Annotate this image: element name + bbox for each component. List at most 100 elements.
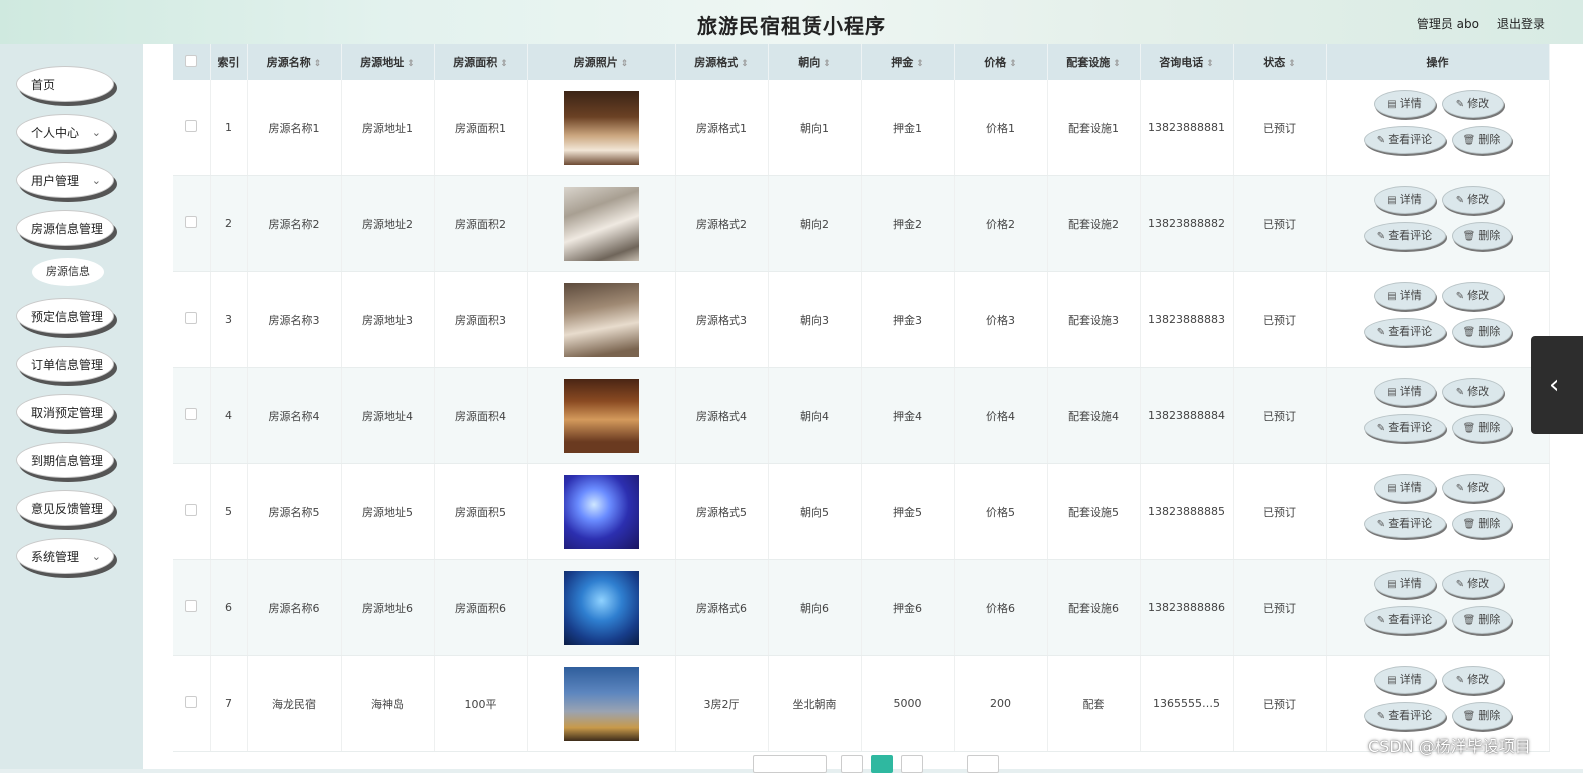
sidebar-item-profile[interactable]: 个人中心 ⌄	[16, 114, 114, 150]
detail-button[interactable]: ▤ 详情	[1373, 569, 1436, 598]
logout-link[interactable]: 退出登录	[1497, 15, 1545, 32]
col-header-orientation[interactable]: 朝向 ⇕	[768, 44, 862, 80]
view-reviews-button[interactable]: ✎ 查看评论	[1363, 317, 1446, 346]
col-header-format[interactable]: 房源格式 ⇕	[675, 44, 769, 80]
sort-icon[interactable]: ⇕	[823, 59, 831, 69]
edit-button[interactable]: ✎ 修改	[1441, 281, 1504, 310]
sort-icon[interactable]: ⇕	[1009, 59, 1017, 69]
delete-button[interactable]: 🗑 删除	[1451, 413, 1512, 442]
delete-button[interactable]: 🗑 删除	[1451, 701, 1512, 730]
listing-photo[interactable]	[563, 282, 639, 357]
row-checkbox-cell[interactable]	[173, 175, 211, 272]
sidebar-item-orders[interactable]: 订单信息管理	[16, 346, 114, 382]
sort-icon[interactable]: ⇕	[916, 59, 924, 69]
row-actions: ▤ 详情 ✎ 修改 ✎ 查看评论 🗑 删除	[1327, 376, 1549, 456]
row-checkbox-cell[interactable]	[173, 271, 211, 368]
listing-photo[interactable]	[563, 378, 639, 453]
sidebar-item-reservations[interactable]: 预定信息管理	[16, 298, 114, 334]
view-reviews-button[interactable]: ✎ 查看评论	[1363, 509, 1446, 538]
sort-icon[interactable]: ⇕	[621, 59, 629, 69]
delete-button[interactable]: 🗑 删除	[1451, 125, 1512, 154]
detail-button[interactable]: ▤ 详情	[1373, 473, 1436, 502]
detail-button[interactable]: ▤ 详情	[1373, 185, 1436, 214]
sort-icon[interactable]: ⇕	[1206, 59, 1214, 69]
row-checkbox[interactable]	[185, 408, 198, 420]
row-actions: ▤ 详情 ✎ 修改 ✎ 查看评论 🗑 删除	[1327, 184, 1549, 264]
sort-icon[interactable]: ⇕	[741, 59, 749, 69]
row-checkbox[interactable]	[185, 504, 198, 516]
sort-icon[interactable]: ⇕	[314, 59, 322, 69]
sidebar-item-home[interactable]: 首页	[16, 66, 114, 102]
edit-button[interactable]: ✎ 修改	[1441, 665, 1504, 694]
col-header-phone[interactable]: 咨询电话 ⇕	[1140, 44, 1234, 80]
row-checkbox-cell[interactable]	[173, 463, 211, 560]
sort-icon[interactable]: ⇕	[1288, 59, 1296, 69]
row-checkbox-cell[interactable]	[173, 655, 211, 752]
col-header-address[interactable]: 房源地址 ⇕	[341, 44, 435, 80]
listing-photo[interactable]	[563, 474, 639, 549]
sidebar-item-cancellations[interactable]: 取消预定管理	[16, 394, 114, 430]
listing-photo[interactable]	[563, 186, 639, 261]
sidebar-item-users[interactable]: 用户管理 ⌄	[16, 162, 114, 198]
select-all-checkbox[interactable]	[185, 54, 198, 67]
cell-orientation: 坐北朝南	[768, 655, 862, 752]
detail-button[interactable]: ▤ 详情	[1373, 281, 1436, 310]
cell-status: 已预订	[1233, 463, 1327, 560]
row-checkbox[interactable]	[185, 216, 198, 228]
listing-photo[interactable]	[563, 666, 639, 741]
detail-button[interactable]: ▤ 详情	[1373, 89, 1436, 118]
col-header-index: 索引	[210, 44, 248, 80]
row-checkbox[interactable]	[185, 312, 198, 324]
page-size-select[interactable]	[753, 755, 827, 773]
sidebar-item-system[interactable]: 系统管理 ⌄	[16, 538, 114, 574]
delete-button[interactable]: 🗑 删除	[1451, 605, 1512, 634]
col-header-name[interactable]: 房源名称 ⇕	[247, 44, 342, 80]
next-page-button[interactable]	[901, 755, 923, 773]
view-reviews-button[interactable]: ✎ 查看评论	[1363, 605, 1446, 634]
edit-button[interactable]: ✎ 修改	[1441, 377, 1504, 406]
prev-page-button[interactable]	[841, 755, 863, 773]
select-all-checkbox-cell[interactable]	[173, 44, 211, 80]
row-checkbox-cell[interactable]	[173, 367, 211, 464]
listing-photo[interactable]	[563, 570, 639, 645]
col-header-status[interactable]: 状态 ⇕	[1233, 44, 1327, 80]
row-checkbox-cell[interactable]	[173, 80, 211, 176]
collapse-panel-toggle[interactable]: ‹	[1531, 336, 1583, 434]
view-reviews-button[interactable]: ✎ 查看评论	[1363, 125, 1446, 154]
edit-button[interactable]: ✎ 修改	[1441, 89, 1504, 118]
row-checkbox[interactable]	[185, 696, 198, 708]
sidebar-item-listings[interactable]: 房源信息管理	[16, 210, 114, 246]
delete-button[interactable]: 🗑 删除	[1451, 221, 1512, 250]
edit-button[interactable]: ✎ 修改	[1441, 569, 1504, 598]
view-reviews-button[interactable]: ✎ 查看评论	[1363, 221, 1446, 250]
sidebar-subitem-listing-info[interactable]: 房源信息	[32, 258, 104, 286]
row-checkbox-cell[interactable]	[173, 559, 211, 656]
edit-button[interactable]: ✎ 修改	[1441, 185, 1504, 214]
sidebar-item-expirations[interactable]: 到期信息管理	[16, 442, 114, 478]
delete-button[interactable]: 🗑 删除	[1451, 317, 1512, 346]
detail-button[interactable]: ▤ 详情	[1373, 377, 1436, 406]
goto-page-input[interactable]	[967, 755, 999, 773]
edit-button[interactable]: ✎ 修改	[1441, 473, 1504, 502]
sidebar-item-feedback[interactable]: 意见反馈管理	[16, 490, 114, 526]
sort-icon[interactable]: ⇕	[1113, 59, 1121, 69]
sort-icon[interactable]: ⇕	[407, 59, 415, 69]
cell-facilities: 配套设施1	[1047, 80, 1141, 176]
page-1-button[interactable]	[871, 755, 893, 773]
sort-icon[interactable]: ⇕	[500, 59, 508, 69]
view-reviews-button[interactable]: ✎ 查看评论	[1363, 413, 1446, 442]
col-header-area[interactable]: 房源面积 ⇕	[434, 44, 528, 80]
row-checkbox[interactable]	[185, 600, 198, 612]
col-header-deposit[interactable]: 押金 ⇕	[861, 44, 955, 80]
col-header-photo[interactable]: 房源照片 ⇕	[527, 44, 676, 80]
listing-photo[interactable]	[563, 90, 639, 165]
col-header-facilities[interactable]: 配套设施 ⇕	[1047, 44, 1141, 80]
row-actions: ▤ 详情 ✎ 修改 ✎ 查看评论 🗑 删除	[1327, 88, 1549, 168]
col-header-price[interactable]: 价格 ⇕	[954, 44, 1048, 80]
cell-address: 房源地址1	[341, 80, 435, 176]
table-row: 6 房源名称6 房源地址6 房源面积6 房源格式6 朝向6 押金6 价格6 配套设施6 13823…	[173, 559, 1550, 656]
delete-button[interactable]: 🗑 删除	[1451, 509, 1512, 538]
detail-button[interactable]: ▤ 详情	[1373, 665, 1436, 694]
view-reviews-button[interactable]: ✎ 查看评论	[1363, 701, 1446, 730]
row-checkbox[interactable]	[185, 120, 198, 132]
